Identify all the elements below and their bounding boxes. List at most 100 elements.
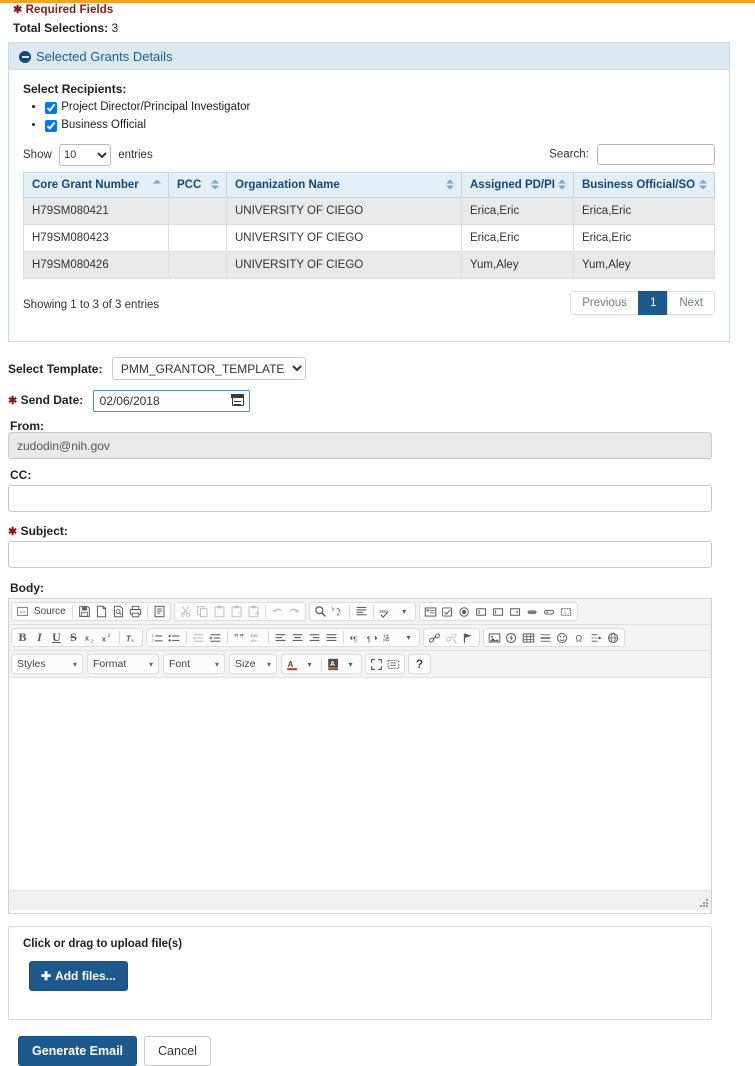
undo-icon[interactable]: [269, 604, 286, 620]
column-header-assigned-pd-pi[interactable]: Assigned PD/PI: [461, 172, 574, 199]
align-center-icon[interactable]: [289, 630, 306, 646]
cancel-button[interactable]: Cancel: [144, 1036, 211, 1066]
form-icon[interactable]: [422, 604, 439, 620]
recipient-option-pd-pi[interactable]: Project Director/Principal Investigator: [45, 100, 715, 114]
page-break-icon[interactable]: [588, 630, 605, 646]
recipient-option-business-official[interactable]: Business Official: [45, 118, 715, 132]
redo-icon[interactable]: [286, 604, 303, 620]
outdent-icon[interactable]: [190, 630, 207, 646]
column-header-organization-name[interactable]: Organization Name: [226, 172, 462, 199]
template-select[interactable]: PMM_GRANTOR_TEMPLATE: [111, 357, 306, 380]
checkbox-icon[interactable]: [439, 604, 456, 620]
pagination-next[interactable]: Next: [667, 291, 715, 316]
table-row[interactable]: H79SM080421 UNIVERSITY OF CIEGO Erica,Er…: [23, 197, 715, 226]
blockquote-icon[interactable]: ””: [231, 630, 248, 646]
horizontal-rule-icon[interactable]: [537, 630, 554, 646]
italic-icon[interactable]: I: [31, 630, 48, 646]
iframe-icon[interactable]: [605, 630, 622, 646]
save-icon[interactable]: [76, 604, 93, 620]
preview-icon[interactable]: [110, 604, 127, 620]
column-header-business-official-so[interactable]: Business Official/SO: [573, 172, 715, 199]
text-direction-ltr-icon[interactable]: ¶: [347, 630, 364, 646]
flash-icon[interactable]: [503, 630, 520, 646]
paste-icon[interactable]: [211, 604, 228, 620]
text-field-icon[interactable]: [473, 604, 490, 620]
anchor-icon[interactable]: [460, 630, 477, 646]
strikethrough-icon[interactable]: S: [65, 630, 82, 646]
text-color-icon[interactable]: A: [284, 656, 301, 672]
print-icon[interactable]: [127, 604, 144, 620]
superscript-icon[interactable]: x2: [99, 630, 116, 646]
pagination-previous[interactable]: Previous: [570, 291, 639, 316]
text-direction-rtl-icon[interactable]: ¶: [364, 630, 381, 646]
select-field-icon[interactable]: [507, 604, 524, 620]
column-header-core-grant-number[interactable]: Core Grant Number: [23, 172, 169, 199]
panel-header[interactable]: Selected Grants Details: [9, 43, 729, 70]
templates-icon[interactable]: [151, 604, 168, 620]
paste-text-icon[interactable]: T: [228, 604, 245, 620]
spellcheck-dropdown-icon[interactable]: ▾: [396, 604, 413, 620]
image-button-icon[interactable]: [541, 604, 558, 620]
source-label[interactable]: Source: [31, 604, 69, 620]
replace-icon[interactable]: ba: [329, 604, 346, 620]
editor-body-text[interactable]: [9, 678, 711, 694]
image-icon[interactable]: [486, 630, 503, 646]
column-header-pcc[interactable]: PCC: [168, 172, 227, 199]
styles-dropdown[interactable]: Styles ▾: [11, 654, 83, 674]
remove-format-icon[interactable]: Tx: [123, 630, 140, 646]
textarea-icon[interactable]: [490, 604, 507, 620]
button-icon[interactable]: [524, 604, 541, 620]
background-color-dropdown-icon[interactable]: ▾: [342, 656, 359, 672]
format-dropdown[interactable]: Format ▾: [87, 654, 159, 674]
text-color-dropdown-icon[interactable]: ▾: [301, 656, 318, 672]
source-icon[interactable]: <>: [14, 604, 31, 620]
bulleted-list-icon[interactable]: [166, 630, 183, 646]
spellcheck-icon[interactable]: ᴀʙᴄ: [377, 604, 396, 620]
hidden-field-icon[interactable]: I: [558, 604, 575, 620]
add-files-button[interactable]: ✚ Add files...: [29, 961, 128, 991]
collapse-minus-icon[interactable]: [19, 51, 31, 63]
indent-icon[interactable]: [207, 630, 224, 646]
calendar-icon[interactable]: [231, 393, 244, 406]
generate-email-button[interactable]: Generate Email: [18, 1036, 138, 1066]
background-color-icon[interactable]: A: [325, 656, 342, 672]
unlink-icon[interactable]: [443, 630, 460, 646]
table-row[interactable]: H79SM080423 UNIVERSITY OF CIEGO Erica,Er…: [23, 224, 715, 253]
table-icon[interactable]: [520, 630, 537, 646]
smiley-icon[interactable]: [554, 630, 571, 646]
numbered-list-icon[interactable]: 12: [149, 630, 166, 646]
editor-content-area[interactable]: [9, 678, 711, 910]
select-all-icon[interactable]: [353, 604, 370, 620]
subscript-icon[interactable]: x2: [82, 630, 99, 646]
new-page-icon[interactable]: [93, 604, 110, 620]
link-icon[interactable]: [426, 630, 443, 646]
size-dropdown[interactable]: Size ▾: [229, 654, 277, 674]
copy-icon[interactable]: [194, 604, 211, 620]
justify-icon[interactable]: [323, 630, 340, 646]
create-div-icon[interactable]: DIV </>: [248, 630, 265, 646]
radio-button-icon[interactable]: [456, 604, 473, 620]
font-dropdown[interactable]: Font ▾: [163, 654, 225, 674]
pagination-page-1[interactable]: 1: [637, 291, 669, 316]
table-row[interactable]: H79SM080426 UNIVERSITY OF CIEGO Yum,Aley…: [23, 251, 715, 280]
page-length-select[interactable]: 10: [58, 144, 111, 167]
cut-icon[interactable]: [177, 604, 194, 620]
subject-input[interactable]: [8, 541, 712, 568]
show-blocks-icon[interactable]: [385, 656, 402, 672]
cc-input[interactable]: [8, 485, 712, 512]
special-character-icon[interactable]: Ω: [571, 630, 588, 646]
paste-word-icon[interactable]: W: [245, 604, 262, 620]
underline-icon[interactable]: U: [48, 630, 65, 646]
align-right-icon[interactable]: [306, 630, 323, 646]
send-date-input[interactable]: [92, 390, 250, 412]
language-dropdown-icon[interactable]: ▾: [400, 630, 417, 646]
help-icon[interactable]: ?: [411, 656, 428, 672]
language-icon[interactable]: 話: [381, 630, 400, 646]
recipient-checkbox-business-official[interactable]: [45, 119, 57, 132]
recipient-checkbox-pd-pi[interactable]: [45, 101, 57, 114]
bold-icon[interactable]: B: [14, 630, 31, 646]
align-left-icon[interactable]: [272, 630, 289, 646]
search-input[interactable]: [597, 144, 715, 166]
find-icon[interactable]: [312, 604, 329, 620]
resize-grip-icon[interactable]: [698, 897, 708, 907]
